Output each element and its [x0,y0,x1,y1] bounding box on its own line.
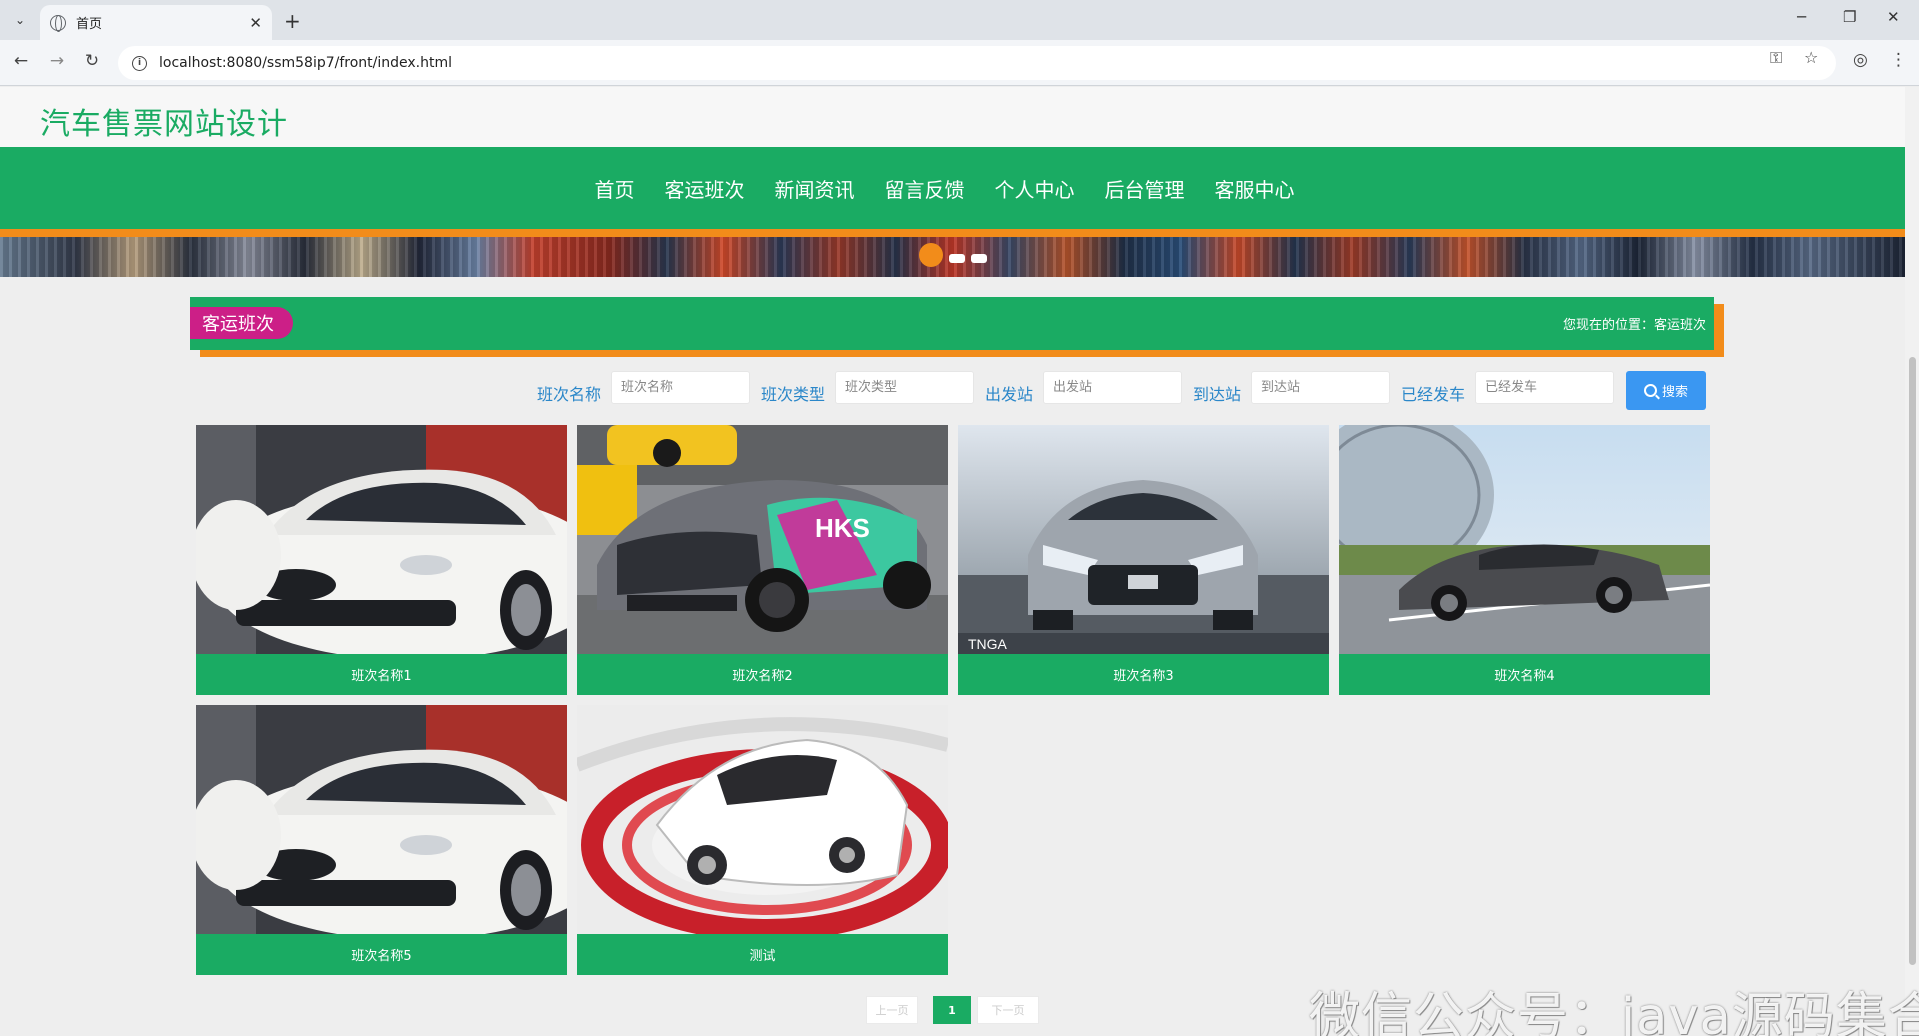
site-info-icon[interactable]: i [132,55,147,71]
breadcrumb: 您现在的位置：客运班次 [1562,318,1706,333]
page-scrollbar[interactable] [1905,87,1919,1036]
search-form: 班次名称 班次类型 出发站 到达站 已经发车 搜索 [0,371,1905,411]
globe-icon [50,14,66,32]
forward-button[interactable]: → [46,51,68,71]
banner-carousel [0,237,1905,277]
svg-text:HKS: HKS [815,513,870,543]
page-viewport: 汽车售票网站设计 首页 客运班次 新闻资讯 留言反馈 个人中心 后台管理 客服中… [0,87,1905,1036]
nav-item-admin[interactable]: 后台管理 [1105,174,1185,203]
carousel-dot[interactable] [971,254,987,263]
watermark-text: 微信公众号：java源码集合 [1309,988,1919,1036]
departure-station-input[interactable] [1043,371,1182,404]
nav-item-feedback[interactable]: 留言反馈 [885,174,965,203]
card-title[interactable]: 班次名称2 [577,654,948,695]
section-title: 客运班次 [190,307,293,339]
close-tab-icon[interactable]: ✕ [249,14,262,32]
nav-item-home[interactable]: 首页 [595,174,635,203]
search-icon [1643,384,1657,397]
label-departure: 出发站 [985,385,1034,404]
chevron-down-icon: ⌄ [14,13,26,27]
password-key-icon[interactable]: ⚿ [1770,48,1782,68]
site-title: 汽车售票网站设计 [40,107,288,142]
browser-menu-icon[interactable]: ⋮ [1890,50,1907,70]
window-close-button[interactable]: ✕ [1887,8,1900,26]
card-image[interactable] [1339,425,1710,654]
browser-tab-bar: ⌄ 首页 ✕ + ─ ❐ ✕ [0,0,1919,40]
restore-button[interactable]: ❐ [1843,8,1856,26]
schedule-card[interactable]: 班次名称1 [196,425,567,695]
nav-item-news[interactable]: 新闻资讯 [775,174,855,203]
card-title[interactable]: 班次名称4 [1339,654,1710,695]
nav-item-bus-schedule[interactable]: 客运班次 [665,174,745,203]
label-schedule-name: 班次名称 [537,385,602,404]
schedule-card[interactable]: 班次名称5 [196,705,567,975]
label-arrival: 到达站 [1193,385,1242,404]
nav-divider [0,229,1905,237]
scrollbar-thumb[interactable] [1909,357,1916,965]
card-image[interactable]: TNGA [958,425,1329,654]
card-image[interactable] [196,705,567,934]
nav-item-support[interactable]: 客服中心 [1215,174,1295,203]
search-button[interactable]: 搜索 [1626,371,1706,410]
label-departed: 已经发车 [1401,385,1466,404]
main-nav: 首页 客运班次 新闻资讯 留言反馈 个人中心 后台管理 客服中心 [0,147,1905,229]
nav-item-profile[interactable]: 个人中心 [995,174,1075,203]
url-text[interactable]: localhost:8080/ssm58ip7/front/index.html [159,55,452,71]
search-button-label: 搜索 [1661,385,1688,400]
svg-text:TNGA: TNGA [968,636,1008,652]
minimize-button[interactable]: ─ [1797,8,1806,26]
card-image[interactable]: HKS [577,425,948,654]
pagination-next[interactable]: 下一页 [977,996,1039,1024]
new-tab-button[interactable]: + [284,9,301,33]
carousel-dot-active[interactable] [919,243,943,267]
site-header: 汽车售票网站设计 [0,87,1905,147]
card-title[interactable]: 测试 [577,934,948,975]
schedule-card[interactable]: TNGA 班次名称3 [958,425,1329,695]
schedule-card[interactable]: 班次名称4 [1339,425,1710,695]
card-title[interactable]: 班次名称1 [196,654,567,695]
bookmark-star-icon[interactable]: ☆ [1804,48,1818,67]
address-bar[interactable]: i localhost:8080/ssm58ip7/front/index.ht… [118,46,1836,80]
arrival-station-input[interactable] [1251,371,1390,404]
back-button[interactable]: ← [10,51,32,71]
pagination-prev[interactable]: 上一页 [866,996,918,1024]
card-image[interactable] [196,425,567,654]
tab-title: 首页 [76,17,103,32]
section-header [190,297,1714,350]
card-image[interactable] [577,705,948,934]
schedule-type-input[interactable] [835,371,974,404]
card-title[interactable]: 班次名称3 [958,654,1329,695]
tab-list-button[interactable]: ⌄ [8,8,32,32]
carousel-dot[interactable] [949,254,965,263]
pagination-page-current[interactable]: 1 [933,996,971,1024]
departed-input[interactable] [1475,371,1614,404]
browser-tab[interactable]: 首页 ✕ [40,5,272,40]
schedule-card[interactable]: HKS 班次名称2 [577,425,948,695]
reload-button[interactable]: ↻ [81,51,103,71]
browser-toolbar: ← → ↻ i localhost:8080/ssm58ip7/front/in… [0,40,1919,86]
label-schedule-type: 班次类型 [761,385,826,404]
card-title[interactable]: 班次名称5 [196,934,567,975]
profile-icon[interactable]: ◎ [1853,50,1868,70]
schedule-name-input[interactable] [611,371,750,404]
schedule-card[interactable]: 测试 [577,705,948,975]
